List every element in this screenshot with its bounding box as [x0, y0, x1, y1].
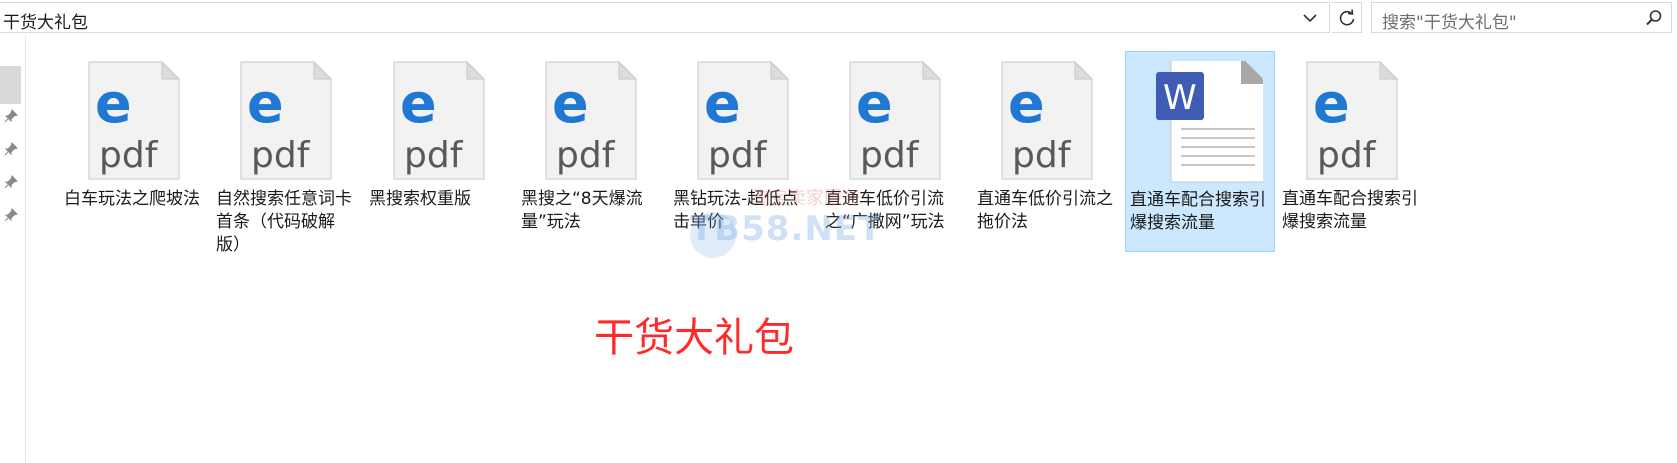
pdf-label: pdf [251, 135, 311, 176]
address-bar[interactable]: 干货大礼包 [0, 2, 1330, 33]
caption-text: 干货大礼包 [594, 315, 794, 361]
svg-text:e: e [400, 72, 437, 135]
toolbar: 干货大礼包 搜索"干货大礼包" [0, 0, 1677, 36]
pdf-file-icon: epdf [545, 60, 638, 180]
pin-icon[interactable] [3, 141, 19, 157]
file-name: 自然搜索任意词卡首条（代码破解版） [216, 189, 352, 255]
svg-text:e: e [552, 72, 589, 135]
file-item[interactable]: e pdf 黑搜之“8天爆流量”玩法 [517, 51, 667, 252]
pdf-label: pdf [708, 135, 768, 176]
chevron-down-icon[interactable] [1300, 8, 1320, 28]
pdf-file-icon: epdf [240, 60, 333, 180]
pdf-label: pdf [1317, 135, 1377, 176]
svg-text:e: e [704, 72, 741, 135]
navigation-pane [0, 36, 26, 463]
file-name: 直通车低价引流之拖价法 [977, 189, 1113, 232]
watermark-cn: 淘宝卖家服务 [752, 188, 860, 209]
pdf-label: pdf [404, 135, 464, 176]
file-name: 白车玩法之爬坡法 [64, 189, 200, 209]
file-item[interactable]: e pdf 白车玩法之爬坡法 [60, 51, 210, 252]
pin-icon[interactable] [3, 174, 19, 190]
pdf-file-icon: epdf [849, 60, 942, 180]
file-item[interactable]: e pdf 自然搜索任意词卡首条（代码破解版） [212, 51, 362, 255]
nav-scrollbar-thumb[interactable] [0, 66, 21, 104]
file-name: 直通车配合搜索引爆搜索流量 [1130, 190, 1266, 233]
pdf-label: pdf [99, 135, 159, 176]
refresh-button[interactable] [1332, 2, 1362, 33]
search-icon[interactable] [1645, 9, 1663, 27]
svg-text:e: e [95, 72, 132, 135]
pdf-file-icon: epdf [1001, 60, 1094, 180]
search-input[interactable]: 搜索"干货大礼包" [1382, 8, 1517, 33]
file-item[interactable]: e pdf 直通车低价引流之拖价法 [973, 51, 1123, 252]
file-name: 黑搜之“8天爆流量”玩法 [521, 189, 643, 232]
pdf-label: pdf [860, 135, 920, 176]
pin-icon[interactable] [3, 108, 19, 124]
file-item[interactable]: e pdf 黑搜索权重版 [365, 51, 515, 252]
pdf-file-icon: epdf [1306, 60, 1399, 180]
wps-document-icon: W [1156, 61, 1263, 183]
pin-icon[interactable] [3, 207, 19, 223]
pdf-label: pdf [1012, 135, 1072, 176]
file-name: 黑搜索权重版 [369, 189, 471, 209]
watermark-text: TB58.NET [690, 209, 883, 249]
pdf-file-icon: epdf [88, 60, 181, 180]
svg-text:e: e [1313, 72, 1350, 135]
file-name: 直通车配合搜索引爆搜索流量 [1282, 189, 1418, 232]
pdf-label: pdf [556, 135, 616, 176]
refresh-icon [1339, 9, 1355, 26]
search-box[interactable]: 搜索"干货大礼包" [1371, 2, 1672, 33]
svg-text:e: e [247, 72, 284, 135]
svg-text:W: W [1163, 78, 1197, 118]
svg-text:e: e [1008, 72, 1045, 135]
svg-text:e: e [856, 72, 893, 135]
pdf-file-icon: epdf [393, 60, 486, 180]
pdf-file-icon: epdf [697, 60, 790, 180]
file-item[interactable]: e pdf 直通车配合搜索引爆搜索流量 [1278, 51, 1428, 252]
file-item[interactable]: W 直通车配合搜索引爆搜索流量 [1125, 51, 1275, 252]
address-path[interactable]: 干货大礼包 [3, 8, 88, 33]
